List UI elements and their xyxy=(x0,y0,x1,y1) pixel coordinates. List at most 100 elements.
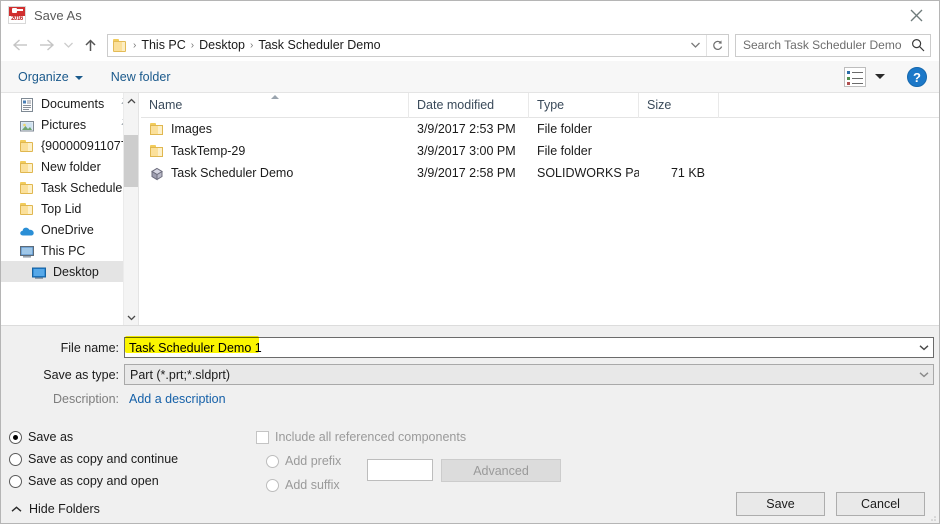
description-row: Description: Add a description xyxy=(1,392,501,406)
up-arrow-icon[interactable] xyxy=(77,32,103,58)
scroll-up-chevron-icon[interactable] xyxy=(124,93,138,109)
breadcrumb-item-2[interactable]: Task Scheduler Demo xyxy=(255,38,383,52)
sidebar-item-new-folder[interactable]: New folder xyxy=(1,156,138,177)
sidebar-scrollbar[interactable] xyxy=(123,93,138,325)
file-size-cell: 71 KB xyxy=(670,166,705,180)
radio-label: Save as copy and open xyxy=(28,474,159,488)
column-header-date-modified[interactable]: Date modified xyxy=(409,92,529,118)
file-name-row: File name: xyxy=(1,337,939,358)
folder-icon xyxy=(149,121,165,137)
sort-ascending-icon xyxy=(270,94,279,99)
new-folder-button[interactable]: New folder xyxy=(103,67,179,87)
radio-add-prefix[interactable]: Add prefix xyxy=(266,454,341,468)
file-list-pane: Name Date modified Type Size Images 3/9/2… xyxy=(141,92,939,325)
column-header-type[interactable]: Type xyxy=(529,92,639,118)
recent-locations-icon[interactable] xyxy=(59,32,77,58)
description-label: Description: xyxy=(53,392,119,406)
radio-indicator[interactable] xyxy=(9,452,22,466)
date-modified-cell: 3/9/2017 2:53 PM xyxy=(417,122,516,136)
toolbar-right: ? xyxy=(844,66,939,87)
sidebar-item-desktop[interactable]: Desktop xyxy=(1,261,138,282)
forward-arrow-icon[interactable] xyxy=(33,32,59,58)
radio-save-as-copy-and-open[interactable]: Save as copy and open xyxy=(9,474,159,488)
radio-indicator[interactable] xyxy=(266,454,279,468)
date-modified-cell: 3/9/2017 2:58 PM xyxy=(417,166,516,180)
save-as-type-label: Save as type: xyxy=(43,367,119,382)
breadcrumb-separator-1: › xyxy=(190,39,195,51)
radio-label: Add suffix xyxy=(285,478,340,492)
include-referenced-components-checkbox[interactable] xyxy=(256,430,269,444)
sidebar-item-label: New folder xyxy=(41,159,101,174)
folder-icon xyxy=(113,38,128,52)
radio-indicator[interactable] xyxy=(266,478,279,492)
sidebar-item-onedrive[interactable]: OneDrive xyxy=(1,219,138,240)
affix-text-field[interactable] xyxy=(367,459,433,481)
table-row[interactable]: Task Scheduler Demo 3/9/2017 2:58 PM SOLID… xyxy=(141,162,939,184)
radio-save-as[interactable]: Save as xyxy=(9,430,73,444)
save-as-type-chevron-down-icon[interactable] xyxy=(915,365,933,384)
sidebar-item-label: Top Lid xyxy=(41,201,82,216)
search-box[interactable] xyxy=(735,33,931,57)
chevron-down-icon xyxy=(74,75,83,80)
breadcrumb-item-0[interactable]: This PC xyxy=(138,38,188,52)
table-row[interactable]: Images 3/9/2017 2:53 PM File folder xyxy=(141,118,939,140)
organize-button[interactable]: Organize xyxy=(10,67,91,87)
file-name-field[interactable] xyxy=(124,337,934,358)
save-as-type-select[interactable]: Part (*.prt;*.sldprt) xyxy=(124,364,934,385)
app-icon-year: 2016 xyxy=(9,16,25,23)
sidebar-item-this-pc[interactable]: This PC xyxy=(1,240,138,261)
include-referenced-components-row[interactable]: Include all referenced components xyxy=(256,430,466,444)
close-icon[interactable] xyxy=(893,1,939,29)
breadcrumb-item-1[interactable]: Desktop xyxy=(196,38,248,52)
sidebar-item-documents[interactable]: Documents xyxy=(1,93,138,114)
add-description-link[interactable]: Add a description xyxy=(129,392,226,406)
date-modified-cell: 3/9/2017 3:00 PM xyxy=(417,144,516,158)
browser-body: Documents Pictures {90000091107726 New fold… xyxy=(1,92,939,325)
sidebar-item-90000091107726[interactable]: {90000091107726 xyxy=(1,135,138,156)
radio-save-as-copy-and-continue[interactable]: Save as copy and continue xyxy=(9,452,178,466)
column-header-name[interactable]: Name xyxy=(141,92,409,118)
table-row[interactable]: TaskTemp-29 3/9/2017 3:00 PM File folder xyxy=(141,140,939,162)
help-button[interactable]: ? xyxy=(907,66,927,87)
list-view-icon[interactable] xyxy=(844,66,866,87)
save-button[interactable]: Save xyxy=(736,492,825,516)
back-arrow-icon[interactable] xyxy=(7,32,33,58)
resize-grip[interactable] xyxy=(927,511,937,521)
file-type-cell: File folder xyxy=(537,122,592,136)
radio-indicator[interactable] xyxy=(9,474,22,488)
save-options-panel: File name: Save as type: Part (*.prt;*.s… xyxy=(1,325,939,523)
sidebar-scrollbar-thumb[interactable] xyxy=(124,135,138,187)
chevron-down-icon[interactable] xyxy=(684,35,706,56)
file-rows: Images 3/9/2017 2:53 PM File folder TaskTem… xyxy=(141,118,939,184)
refresh-icon[interactable] xyxy=(706,34,728,56)
solidworks-2016-icon: 2016 xyxy=(8,6,26,24)
sidebar-item-pictures[interactable]: Pictures xyxy=(1,114,138,135)
breadcrumb-separator-2: › xyxy=(250,39,254,51)
breadcrumb: › This PC › Desktop › Task Scheduler Dem… xyxy=(108,38,684,52)
radio-add-suffix[interactable]: Add suffix xyxy=(266,478,340,492)
sidebar-item-top-lid[interactable]: Top Lid xyxy=(1,198,138,219)
column-header-size[interactable]: Size xyxy=(639,92,719,118)
sidebar-item-label: Documents xyxy=(41,96,105,111)
sidebar-item-task-scheduler-t[interactable]: Task Scheduler T xyxy=(1,177,138,198)
search-input[interactable] xyxy=(736,34,906,56)
file-name-text: TaskTemp-29 xyxy=(171,144,246,158)
cancel-button[interactable]: Cancel xyxy=(836,492,925,516)
hide-folders-button[interactable]: Hide Folders xyxy=(11,502,100,516)
radio-label: Add prefix xyxy=(285,454,342,468)
solidworks-part-icon xyxy=(149,165,165,181)
scroll-down-chevron-icon[interactable] xyxy=(124,309,138,325)
file-name-input[interactable] xyxy=(125,338,915,357)
folder-icon xyxy=(19,201,35,217)
save-as-dialog: 2016 Save As › This PC › Desktop › Task … xyxy=(0,0,940,524)
address-bar-row: › This PC › Desktop › Task Scheduler Dem… xyxy=(1,29,939,61)
view-options-chevron-down-icon[interactable] xyxy=(875,74,885,79)
advanced-button[interactable]: Advanced xyxy=(441,459,561,482)
save-as-type-value: Part (*.prt;*.sldprt) xyxy=(130,367,231,382)
radio-indicator[interactable] xyxy=(9,430,22,444)
chevron-up-icon xyxy=(11,502,22,516)
file-name-chevron-down-icon[interactable] xyxy=(915,338,933,357)
address-bar[interactable]: › This PC › Desktop › Task Scheduler Dem… xyxy=(107,33,729,57)
search-icon xyxy=(906,38,930,52)
folder-icon xyxy=(149,143,165,159)
